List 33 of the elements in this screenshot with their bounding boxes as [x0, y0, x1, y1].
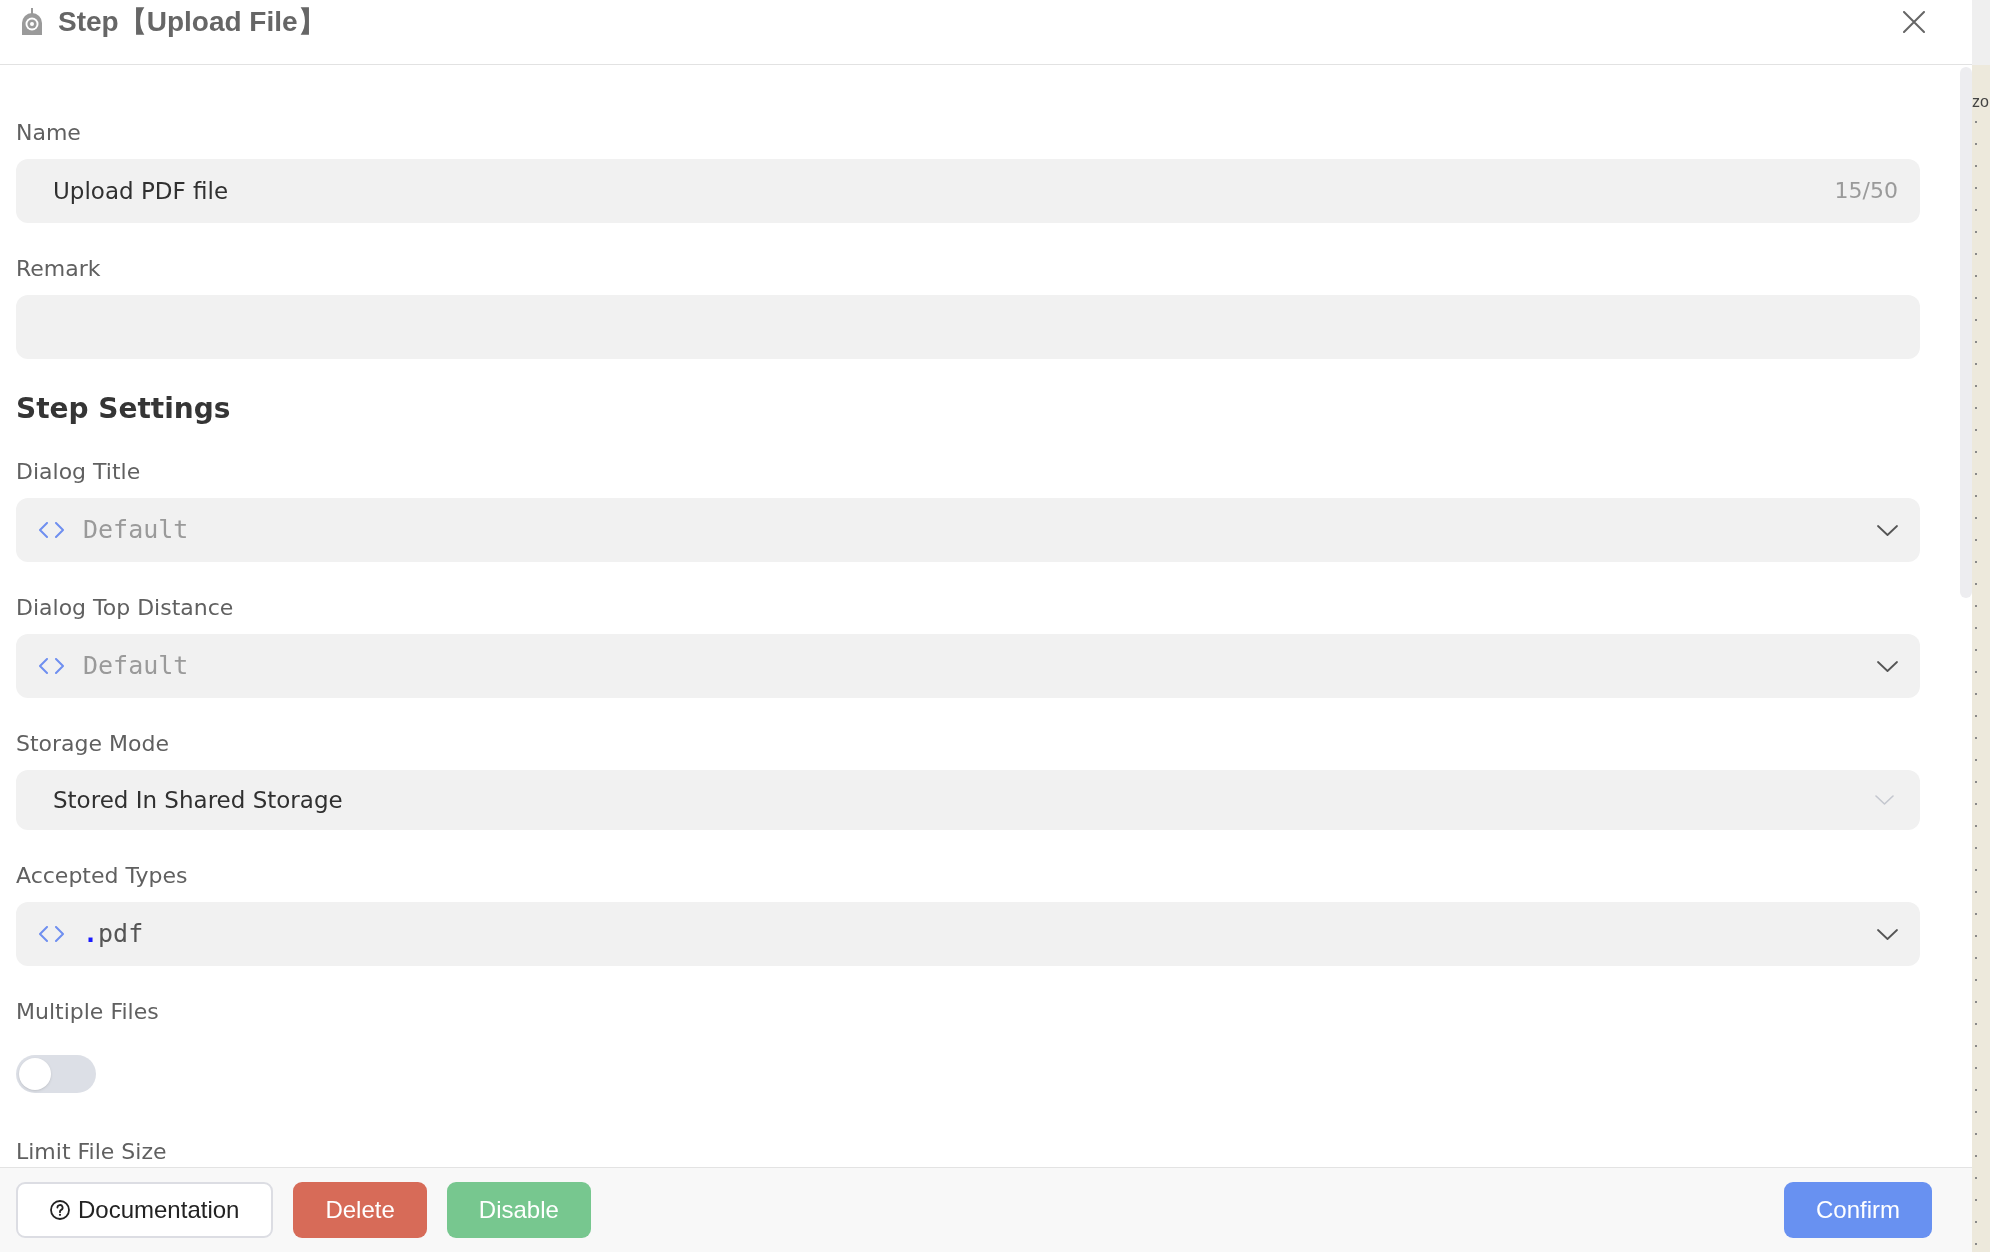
- section-heading: Step Settings: [16, 391, 231, 427]
- code-icon: [39, 926, 64, 942]
- field-label: Accepted Types: [16, 862, 188, 890]
- help-icon: [50, 1200, 70, 1220]
- dome-camera-icon: [20, 8, 44, 36]
- scrollbar-thumb[interactable]: [1960, 67, 1972, 598]
- field-label: Limit File Size: [16, 1138, 167, 1166]
- close-button[interactable]: [1903, 11, 1925, 33]
- documentation-button[interactable]: Documentation: [16, 1182, 274, 1238]
- field-label: Dialog Title: [16, 458, 141, 486]
- expression-select[interactable]: .pdf: [16, 902, 1920, 966]
- field-label: Name: [16, 119, 81, 147]
- field-label: Dialog Top Distance: [16, 594, 234, 622]
- dialog-title: Step【Upload File】: [58, 5, 326, 39]
- dropdown-select[interactable]: Stored In Shared Storage: [16, 770, 1920, 830]
- chevron-down-icon: [1877, 928, 1898, 940]
- toggle-switch[interactable]: [16, 1055, 96, 1093]
- chevron-down-icon: [1877, 524, 1898, 536]
- chevron-down-icon: [1877, 660, 1898, 672]
- field-label: Multiple Files: [16, 998, 159, 1026]
- field-label: Storage Mode: [16, 730, 169, 758]
- expression-input[interactable]: Default: [83, 511, 1858, 549]
- backdrop-bar: [1972, 0, 1990, 65]
- code-icon: [39, 658, 64, 674]
- expression-select[interactable]: Default: [16, 498, 1920, 562]
- expression-input[interactable]: Default: [83, 647, 1858, 685]
- chevron-down-icon: [1875, 795, 1894, 805]
- close-icon: [1903, 11, 1925, 33]
- field-label: Remark: [16, 255, 101, 283]
- character-counter: 15/50: [1834, 177, 1898, 205]
- expression-select[interactable]: Default: [16, 634, 1920, 698]
- background-text: zo: [1972, 93, 1989, 111]
- code-icon: [39, 522, 64, 538]
